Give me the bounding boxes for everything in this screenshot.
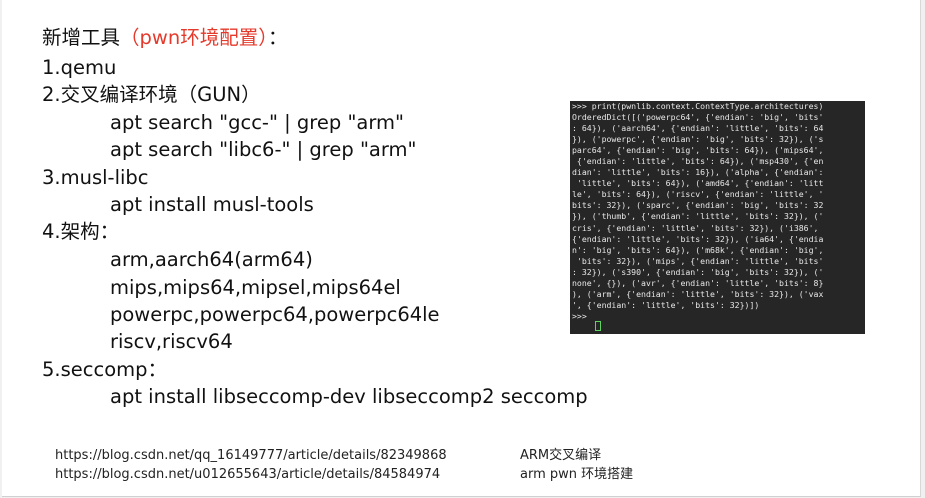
terminal-cursor bbox=[595, 321, 601, 331]
arch-line-2: mips,mips64,mipsel,mips64el bbox=[110, 276, 401, 299]
reference-note-1: ARM交叉编译 bbox=[520, 448, 602, 463]
title-highlight: （pwn环境配置） bbox=[120, 26, 268, 49]
reference-link-2[interactable]: https://blog.csdn.net/u012655643/article… bbox=[55, 466, 440, 484]
item-2-cmd-2: apt search "libc6-" | grep "arm" bbox=[110, 138, 417, 161]
item-2-cmd-1: apt search "gcc-" | grep "arm" bbox=[110, 111, 405, 134]
item-5-cmd: apt install libseccomp-dev libseccomp2 s… bbox=[110, 385, 588, 408]
item-3: 3.musl-libc bbox=[42, 166, 149, 189]
slide: 新增工具（pwn环境配置）： 1.qemu 2.交叉编译环境（GUN） apt … bbox=[2, 0, 921, 497]
reference-link-1[interactable]: https://blog.csdn.net/qq_16149777/articl… bbox=[55, 447, 447, 465]
reference-note-2: arm pwn 环境搭建 bbox=[520, 467, 634, 482]
item-3-cmd: apt install musl-tools bbox=[110, 193, 314, 216]
title-colon: ： bbox=[267, 26, 288, 49]
arch-line-3: powerpc,powerpc64,powerpc64le bbox=[110, 303, 440, 326]
arch-line-1: arm,aarch64(arm64) bbox=[110, 248, 313, 271]
item-2: 2.交叉编译环境（GUN） bbox=[42, 83, 261, 106]
item-1: 1.qemu bbox=[42, 56, 117, 79]
slide-title: 新增工具（pwn环境配置）： bbox=[42, 25, 287, 51]
item-4: 4.架构： bbox=[42, 220, 120, 243]
terminal-screenshot: >>> print(pwnlib.context.ContextType.arc… bbox=[570, 101, 865, 334]
terminal-output: >>> print(pwnlib.context.ContextType.arc… bbox=[572, 101, 824, 321]
item-5: 5.seccomp： bbox=[42, 358, 168, 381]
arch-line-4: riscv,riscv64 bbox=[110, 330, 233, 353]
title-text: 新增工具 bbox=[42, 26, 121, 49]
